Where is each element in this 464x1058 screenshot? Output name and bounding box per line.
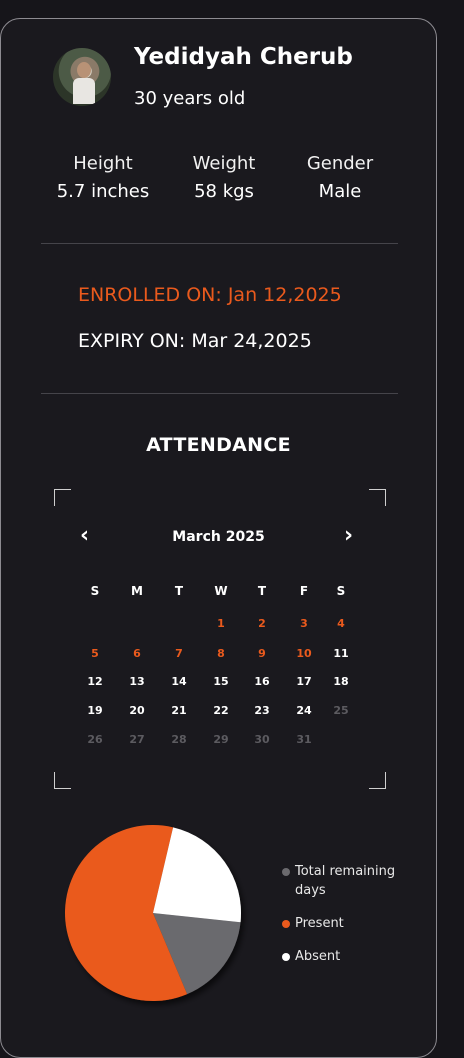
calendar-day[interactable]: 23	[247, 704, 277, 718]
calendar-day[interactable]: 21	[164, 704, 194, 718]
legend-label: Absent	[295, 949, 341, 964]
calendar-day[interactable]: 15	[206, 675, 236, 689]
weekday-header: T	[257, 584, 267, 598]
calendar-day[interactable]: 28	[164, 733, 194, 747]
legend-item: Absent	[282, 947, 405, 966]
stat-weight: Weight 58 kgs	[164, 152, 284, 206]
calendar-day[interactable]: 9	[247, 647, 277, 661]
enrolled-date: ENROLLED ON: Jan 12,2025	[78, 284, 342, 306]
calendar-day[interactable]: 4	[326, 617, 356, 631]
calendar-frame-corner	[369, 772, 386, 789]
weekday-header: S	[90, 584, 100, 598]
calendar-day[interactable]: 13	[122, 675, 152, 689]
calendar-day[interactable]: 27	[122, 733, 152, 747]
calendar-frame-corner	[54, 489, 71, 506]
calendar-day[interactable]: 17	[289, 675, 319, 689]
calendar-day[interactable]: 10	[289, 647, 319, 661]
attendance-title: ATTENDANCE	[146, 434, 291, 456]
avatar-head	[77, 62, 91, 78]
stat-value: 5.7 inches	[56, 181, 150, 202]
divider	[41, 243, 398, 244]
weekday-header: M	[131, 584, 143, 598]
calendar-day[interactable]: 18	[326, 675, 356, 689]
avatar-body	[73, 78, 95, 104]
stat-label: Gender	[306, 153, 374, 174]
stat-height: Height 5.7 inches	[43, 152, 163, 206]
avatar	[53, 48, 111, 106]
member-age: 30 years old	[134, 88, 246, 109]
weekday-header: S	[336, 584, 346, 598]
stat-value: Male	[318, 181, 362, 202]
calendar-day[interactable]: 12	[80, 675, 110, 689]
legend-item: Present	[282, 914, 405, 933]
calendar-day[interactable]: 20	[122, 704, 152, 718]
calendar-day[interactable]: 5	[80, 647, 110, 661]
calendar-month-title: March 2025	[172, 529, 265, 545]
member-name: Yedidyah Cherub	[134, 44, 353, 70]
weekday-header: T	[174, 584, 184, 598]
calendar-day[interactable]: 8	[206, 647, 236, 661]
legend-label: Total remaining days	[295, 864, 396, 898]
stat-gender: Gender Male	[280, 152, 400, 206]
next-month-icon[interactable]: ›	[344, 522, 353, 550]
attendance-pie-chart	[65, 825, 241, 1001]
calendar-day[interactable]: 11	[326, 647, 356, 661]
calendar-day[interactable]: 14	[164, 675, 194, 689]
calendar-day[interactable]: 22	[206, 704, 236, 718]
calendar-day[interactable]: 31	[289, 733, 319, 747]
calendar-day[interactable]: 2	[247, 617, 277, 631]
weekday-header: F	[299, 584, 309, 598]
legend-dot-icon	[282, 920, 290, 928]
stat-label: Weight	[192, 153, 256, 174]
calendar-day[interactable]: 30	[247, 733, 277, 747]
legend-label: Present	[295, 916, 344, 931]
calendar-day[interactable]: 7	[164, 647, 194, 661]
calendar-day[interactable]: 24	[289, 704, 319, 718]
legend-dot-icon	[282, 868, 290, 876]
stat-value: 58 kgs	[194, 181, 254, 202]
calendar-day[interactable]: 16	[247, 675, 277, 689]
calendar-day[interactable]: 19	[80, 704, 110, 718]
calendar-day[interactable]: 26	[80, 733, 110, 747]
calendar-day[interactable]: 29	[206, 733, 236, 747]
legend-item: Total remaining days	[282, 862, 405, 900]
calendar-day[interactable]: 25	[326, 704, 356, 718]
expiry-date: EXPIRY ON: Mar 24,2025	[78, 330, 312, 352]
divider	[41, 393, 398, 394]
calendar-day[interactable]: 6	[122, 647, 152, 661]
calendar-frame-corner	[369, 489, 386, 506]
calendar-day[interactable]: 1	[206, 617, 236, 631]
weekday-header: W	[214, 584, 228, 598]
calendar-day[interactable]: 3	[289, 617, 319, 631]
stat-label: Height	[73, 153, 133, 174]
calendar-frame-corner	[54, 772, 71, 789]
legend-dot-icon	[282, 953, 290, 961]
